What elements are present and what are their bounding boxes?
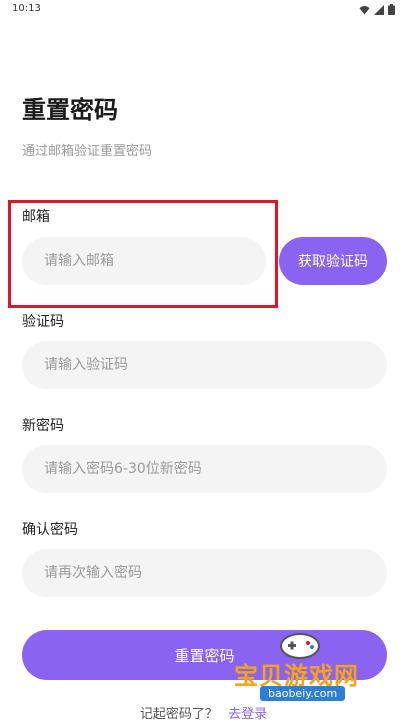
status-time: 10:13 <box>12 3 41 14</box>
new-password-input[interactable] <box>22 445 387 493</box>
battery-icon <box>388 4 395 15</box>
page-title: 重置密码 <box>22 96 118 124</box>
watermark-url: baobeiy.com <box>260 686 346 701</box>
get-code-button[interactable]: 获取验证码 <box>279 237 387 285</box>
status-bar: 10:13 <box>0 0 407 20</box>
code-input[interactable] <box>22 341 387 389</box>
status-icons <box>359 4 395 15</box>
footer-prompt: 记起密码了？ <box>139 707 218 722</box>
watermark: 宝贝游戏网 baobeiy.com <box>228 630 378 710</box>
confirm-password-label: 确认密码 <box>22 522 78 538</box>
new-password-label: 新密码 <box>22 418 64 434</box>
wifi-icon <box>359 5 370 14</box>
signal-icon <box>374 4 384 15</box>
highlight-box <box>8 200 278 308</box>
confirm-password-input[interactable] <box>22 549 387 597</box>
page-subtitle: 通过邮箱验证重置密码 <box>22 144 153 159</box>
code-label: 验证码 <box>22 314 64 330</box>
